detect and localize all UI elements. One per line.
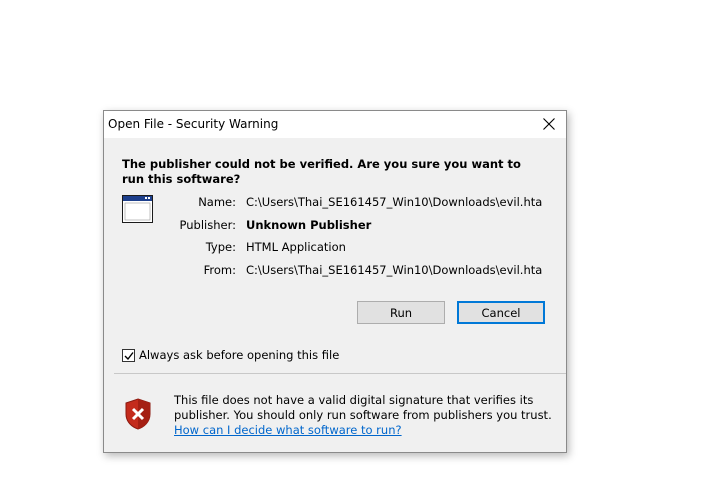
close-icon [543, 118, 555, 130]
from-value: C:\Users\Thai_SE161457_Win10\Downloads\e… [246, 263, 543, 277]
type-label: Type: [205, 240, 236, 254]
dialog-title: Open File - Security Warning [108, 117, 279, 131]
cancel-button[interactable]: Cancel [457, 301, 545, 324]
from-label: From: [203, 263, 236, 277]
close-button[interactable] [532, 111, 566, 138]
signature-warning-text: This file does not have a valid digital … [174, 393, 552, 422]
title-bar: Open File - Security Warning [104, 111, 566, 138]
publisher-value: Unknown Publisher [246, 218, 372, 232]
publisher-label: Publisher: [179, 218, 236, 232]
name-label: Name: [198, 195, 236, 209]
run-button[interactable]: Run [357, 301, 445, 324]
help-link[interactable]: How can I decide what software to run? [174, 423, 402, 437]
security-warning-dialog: Open File - Security Warning The publish… [103, 110, 567, 453]
always-ask-label: Always ask before opening this file [139, 348, 340, 362]
name-value: C:\Users\Thai_SE161457_Win10\Downloads\e… [246, 195, 543, 209]
warning-heading: The publisher could not be verified. Are… [122, 157, 521, 186]
shield-error-icon [125, 398, 151, 430]
type-value: HTML Application [246, 240, 346, 254]
always-ask-checkbox-row[interactable]: Always ask before opening this file [122, 347, 339, 363]
divider [114, 373, 566, 374]
always-ask-checkbox[interactable] [122, 348, 135, 362]
checkmark-icon [124, 351, 134, 360]
